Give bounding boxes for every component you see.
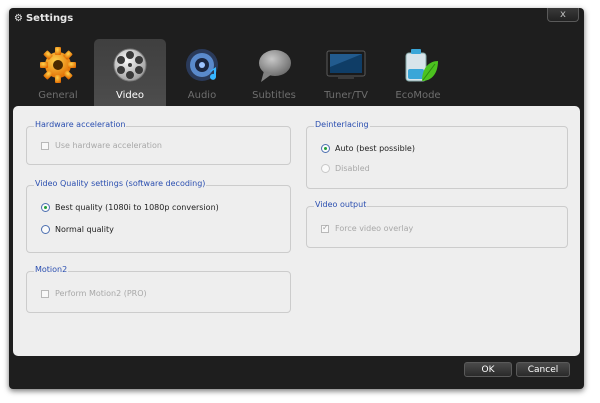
checkbox-box[interactable] — [41, 141, 49, 150]
video-output-group: Video output Force video overlay — [306, 200, 568, 248]
normal-quality-radio[interactable]: Normal quality — [41, 225, 114, 234]
tab-label: Audio — [187, 90, 217, 101]
group-title: Video Quality settings (software decodin… — [34, 179, 207, 188]
window-title: ⚙ Settings — [14, 13, 73, 24]
settings-gear-icon: ⚙ — [14, 13, 23, 24]
checkbox-box[interactable] — [41, 289, 49, 298]
group-title: Hardware acceleration — [34, 120, 127, 129]
battery-leaf-icon — [405, 49, 438, 82]
perform-motion2-checkbox[interactable]: Perform Motion2 (PRO) — [41, 289, 147, 298]
speaker-icon — [186, 49, 218, 81]
radio-button[interactable] — [321, 144, 330, 153]
checkbox-box[interactable] — [321, 223, 329, 233]
tab-ecomode[interactable]: EcoMode — [382, 39, 454, 107]
group-title: Motion2 — [34, 265, 69, 274]
window-title-text: Settings — [25, 13, 74, 24]
tab-video[interactable]: Video — [94, 39, 166, 107]
checkbox-label: Force video overlay — [335, 224, 414, 233]
film-reel-icon — [113, 48, 147, 82]
tab-tuner-tv[interactable]: Tuner/TV — [310, 39, 382, 107]
group-title: Video output — [314, 200, 368, 209]
title-bar[interactable]: ⚙ Settings x — [9, 8, 584, 30]
force-video-overlay-checkbox[interactable]: Force video overlay — [321, 223, 414, 233]
cancel-button[interactable]: Cancel — [516, 362, 570, 377]
close-button[interactable]: x — [547, 8, 579, 22]
radio-button[interactable] — [321, 164, 330, 173]
category-tabs: General Video Audio Subtitles Tuner/TV E… — [9, 38, 584, 107]
checkbox-label: Use hardware acceleration — [55, 141, 162, 150]
motion2-group: Motion2 Perform Motion2 (PRO) — [26, 265, 291, 313]
radio-label: Disabled — [335, 164, 370, 173]
use-hardware-acceleration-checkbox[interactable]: Use hardware acceleration — [41, 141, 162, 150]
video-quality-group: Video Quality settings (software decodin… — [26, 179, 291, 253]
disabled-deinterlacing-radio[interactable]: Disabled — [321, 164, 370, 173]
tab-label: Tuner/TV — [324, 90, 368, 101]
tab-label: EcoMode — [395, 90, 441, 101]
best-quality-radio[interactable]: Best quality (1080i to 1080p conversion) — [41, 203, 219, 212]
ok-button[interactable]: OK — [464, 362, 512, 377]
radio-label: Normal quality — [55, 225, 114, 234]
radio-label: Auto (best possible) — [335, 144, 415, 153]
radio-button[interactable] — [41, 225, 50, 234]
tab-subtitles[interactable]: Subtitles — [238, 39, 310, 107]
tv-icon — [326, 50, 366, 79]
settings-panel: Hardware acceleration Use hardware accel… — [13, 106, 580, 356]
tab-general[interactable]: General — [22, 39, 94, 107]
checkbox-label: Perform Motion2 (PRO) — [55, 289, 147, 298]
settings-window: ⚙ Settings x General Video Audio Subtitl… — [9, 8, 584, 389]
tab-label: General — [38, 90, 78, 101]
radio-label: Best quality (1080i to 1080p conversion) — [55, 203, 219, 212]
gear-icon — [40, 47, 76, 83]
hardware-acceleration-group: Hardware acceleration Use hardware accel… — [26, 120, 291, 165]
tab-label: Video — [115, 90, 145, 101]
tab-label: Subtitles — [252, 90, 296, 101]
group-title: Deinterlacing — [314, 120, 370, 129]
speech-bubble-icon — [259, 50, 291, 82]
tab-audio[interactable]: Audio — [166, 39, 238, 107]
deinterlacing-group: Deinterlacing Auto (best possible) Disab… — [306, 120, 568, 189]
radio-button[interactable] — [41, 203, 50, 212]
auto-deinterlacing-radio[interactable]: Auto (best possible) — [321, 144, 415, 153]
